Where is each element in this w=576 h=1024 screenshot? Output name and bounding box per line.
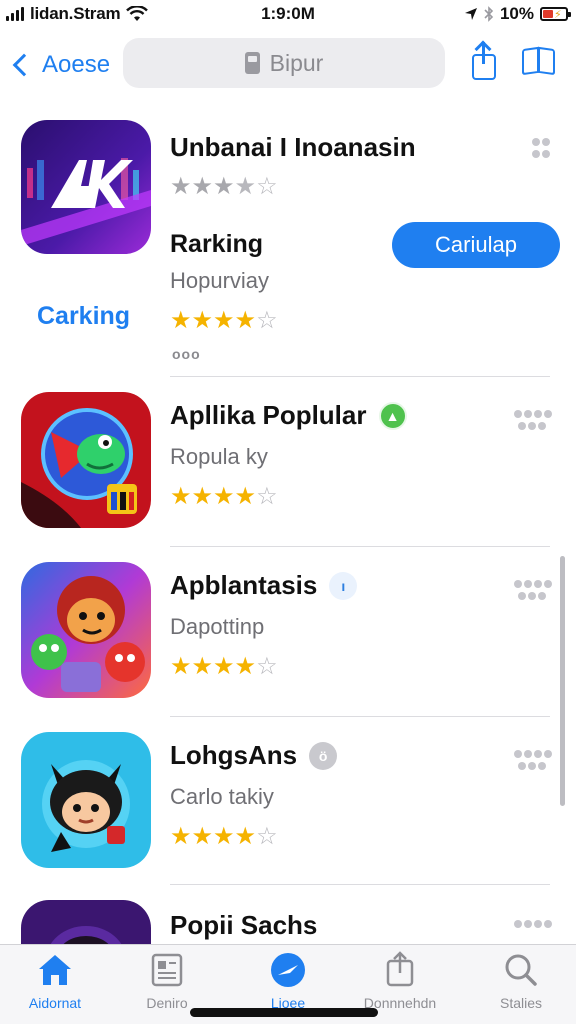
more-icon[interactable] (514, 580, 552, 606)
list-item[interactable]: Apblantasis ı Dapottinp ★★★★☆ (0, 550, 576, 720)
tab-search[interactable]: Stalies (466, 951, 576, 1019)
app-subtitle: Carlo takiy (170, 784, 274, 809)
tab-label: Stalies (499, 995, 543, 1011)
app-icon-5[interactable] (21, 900, 151, 944)
divider (170, 716, 550, 717)
document-icon (151, 953, 183, 987)
list-item[interactable]: LohgsAns ö Carlo takiy ★★★★☆ (0, 720, 576, 890)
app-title-text: LohgsAns (170, 740, 298, 770)
divider (170, 884, 550, 885)
app-title-text: Apblantasis (170, 570, 318, 600)
battery-percent: 10% (499, 4, 534, 23)
rating-stars: ★★★★☆ (170, 483, 278, 510)
app-subtitle: Dapottinp (170, 614, 265, 639)
share-button[interactable] (470, 40, 498, 82)
share-box-icon (386, 951, 414, 987)
lock-icon (244, 52, 260, 74)
status-badge-icon: ö (309, 741, 338, 770)
app-icon-4[interactable] (21, 732, 151, 868)
back-button[interactable]: Aoese (10, 42, 110, 88)
search-icon (505, 954, 537, 986)
more-icon[interactable] (514, 750, 552, 776)
tab-label: Deniro (146, 995, 188, 1011)
rating-stars: ★★★★☆ (170, 823, 278, 850)
home-icon (39, 955, 71, 985)
app-subtitle: Ropula ky (170, 444, 268, 469)
app-title: Popii Sachs (170, 910, 318, 940)
book-icon (522, 46, 539, 76)
bluetooth-icon (484, 6, 494, 22)
get-button[interactable]: Cariulap (392, 222, 560, 268)
app-icon-1[interactable] (21, 120, 151, 254)
home-indicator[interactable] (190, 1008, 378, 1017)
list-item[interactable]: Apllika Poplular ▲ Ropula ky ★★★★☆ (0, 380, 576, 550)
status-right: 10% ⚡ (464, 4, 571, 24)
rating-stars: ★★★★☆ (170, 307, 278, 334)
rating-count: ooo (172, 346, 201, 362)
tab-home[interactable]: Aidornat (0, 951, 110, 1019)
more-icon[interactable] (514, 920, 552, 944)
app-icon-3[interactable] (21, 562, 151, 698)
app-title: Apblantasis ı (170, 570, 358, 601)
rating-stars: ★★★★☆ (170, 653, 278, 680)
tab-label: Aidornat (28, 995, 82, 1011)
status-bar: lidan.Stram 1:9:0M 10% ⚡ (0, 0, 576, 30)
app-subtitle: Hopurviay (170, 268, 270, 293)
divider (170, 546, 550, 547)
scrollbar[interactable] (560, 556, 565, 806)
app-title: Unbanai I Inoanasin (170, 132, 416, 162)
battery-icon: ⚡ (540, 7, 571, 21)
info-badge-icon: ı (329, 571, 358, 600)
ranking-label: Rarking (170, 230, 264, 258)
search-field[interactable]: Bipur (123, 38, 445, 88)
app-title: LohgsAns ö (170, 740, 338, 771)
verified-badge-icon: ▲ (378, 401, 407, 430)
bookmarks-button[interactable] (522, 46, 558, 76)
app-title: Apllika Poplular ▲ (170, 400, 407, 431)
back-label: Aoese (42, 51, 111, 78)
rating-stars: ★★★★☆ (170, 173, 278, 200)
more-icon[interactable] (514, 410, 552, 436)
category-link[interactable]: Carking (37, 302, 130, 331)
app-icon-2[interactable] (21, 392, 151, 528)
more-icon[interactable] (532, 138, 552, 164)
list-item[interactable]: Unbanai I Inoanasin ★★★★☆ Rarking Cariul… (0, 110, 576, 380)
list-item[interactable]: Popii Sachs (0, 890, 576, 944)
location-arrow-icon (464, 8, 477, 20)
divider (170, 376, 550, 377)
app-title-text: Apllika Poplular (170, 400, 367, 430)
nav-bar: Aoese Bipur (0, 36, 576, 94)
search-text: Bipur (269, 49, 324, 76)
compass-icon (271, 953, 305, 987)
chevron-left-icon (12, 53, 36, 77)
